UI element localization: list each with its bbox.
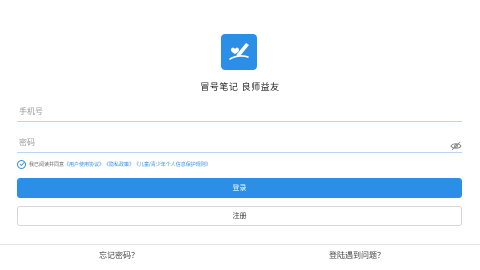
privacy-policy-link[interactable]: 《隐私政策》	[104, 161, 134, 168]
checkbox-check-icon	[19, 162, 24, 167]
login-button[interactable]: 登录	[17, 178, 462, 198]
forgot-password-link[interactable]: 忘记密码？	[99, 250, 139, 261]
agreement-checkbox[interactable]	[17, 159, 26, 169]
agreement-prefix: 我已阅读并同意	[29, 161, 65, 168]
password-field[interactable]	[17, 130, 462, 153]
phone-field[interactable]	[17, 99, 462, 122]
app-title: 冒号笔记 良师益友	[200, 83, 280, 93]
agreement-row: 我已阅读并同意 《用户使用协议》 《隐私政策》 《儿童/青少年个人信息保护规则》	[17, 159, 211, 169]
app-logo-icon	[221, 34, 257, 70]
password-input[interactable]	[17, 132, 439, 153]
login-problem-link[interactable]: 登陆遇到问题？	[329, 250, 385, 261]
eye-icon[interactable]	[450, 136, 462, 151]
footer-divider	[0, 244, 480, 245]
register-button[interactable]: 注册	[17, 206, 462, 226]
user-agreement-link[interactable]: 《用户使用协议》	[64, 161, 104, 168]
phone-input[interactable]	[17, 101, 439, 122]
child-protection-link[interactable]: 《儿童/青少年个人信息保护规则》	[134, 161, 211, 168]
